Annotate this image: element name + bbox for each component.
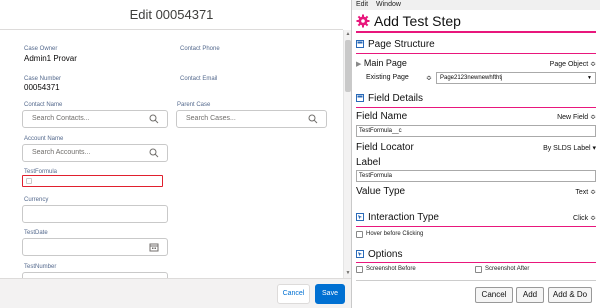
test-number-label: TestNumber	[24, 264, 57, 270]
edit-case-modal: Edit 00054371 Case Owner Admin1 Provar C…	[0, 0, 352, 308]
case-number-label: Case Number	[24, 76, 62, 82]
existing-page-select[interactable]: Page2123newnewhfthtj ▼	[436, 72, 596, 84]
contact-name-label: Contact Name	[24, 102, 63, 108]
cancel-button[interactable]: Cancel	[475, 287, 513, 303]
test-formula-highlight[interactable]	[22, 175, 163, 187]
interaction-icon	[356, 213, 364, 221]
page-structure-heading: Page Structure	[368, 39, 435, 50]
main-page-select[interactable]: Page Object ≎	[550, 60, 596, 68]
main-page-row[interactable]: ▶ Main Page	[356, 58, 407, 68]
hover-before-clicking-checkbox[interactable]	[356, 231, 363, 238]
field-name-label: Field Name	[356, 111, 408, 122]
screenshot-after-checkbox[interactable]	[475, 266, 482, 273]
screenshot-before-label: Screenshot Before	[366, 266, 416, 272]
case-owner-value: Admin1 Provar	[24, 54, 77, 63]
field-locator-label: Field Locator	[356, 142, 414, 153]
field-name-type-select[interactable]: New Field ≎	[557, 113, 596, 121]
label-input[interactable]: TestFormula	[356, 170, 596, 182]
screenshot-after-label: Screenshot After	[485, 266, 530, 272]
section-divider	[356, 107, 596, 108]
interaction-type-heading: Interaction Type	[368, 212, 439, 223]
menu-bar: Edit Window	[352, 0, 600, 10]
section-divider	[356, 53, 596, 54]
case-number-value: 00054371	[24, 83, 60, 92]
contact-phone-label: Contact Phone	[180, 46, 220, 52]
title-divider	[356, 31, 596, 33]
section-options: Options	[356, 249, 402, 260]
updown-arrows-icon[interactable]: ≎	[426, 74, 432, 82]
value-type-select[interactable]: Text ≎	[575, 188, 596, 196]
gear-icon	[356, 14, 370, 28]
menu-edit[interactable]: Edit	[356, 1, 368, 8]
scroll-down-arrow-icon[interactable]: ▼	[345, 270, 351, 276]
add-test-step-panel: Edit Window Add Test Step Page Structure…	[352, 0, 600, 308]
dropdown-arrow-icon: ▼	[587, 75, 592, 81]
parent-case-input[interactable]: Search Cases...	[176, 110, 327, 128]
panel-title: Add Test Step	[374, 13, 461, 29]
options-icon	[356, 250, 364, 258]
contact-email-label: Contact Email	[180, 76, 218, 82]
expand-triangle-icon[interactable]: ▶	[356, 61, 361, 68]
label-label: Label	[356, 157, 381, 168]
section-field-details: Field Details	[356, 93, 423, 104]
currency-label: Currency	[24, 197, 49, 203]
contact-name-placeholder: Search Contacts...	[32, 115, 90, 122]
main-page-label: Main Page	[363, 58, 407, 68]
value-type-label: Value Type	[356, 186, 406, 197]
modal-title: Edit 00054371	[0, 0, 343, 30]
section-divider	[356, 262, 596, 263]
section-divider	[356, 226, 596, 227]
scroll-up-arrow-icon[interactable]: ▲	[345, 31, 351, 37]
modal-footer: Cancel Save	[0, 278, 351, 308]
hover-before-clicking-label: Hover before Clicking	[366, 231, 424, 237]
test-date-label: TestDate	[24, 230, 48, 236]
modal-scrollbar[interactable]: ▲ ▼	[343, 30, 351, 278]
currency-input[interactable]	[22, 205, 168, 223]
section-icon	[356, 94, 364, 102]
test-date-input[interactable]	[22, 238, 168, 256]
footer-divider	[356, 280, 596, 281]
interaction-type-select[interactable]: Click ≎	[573, 214, 596, 222]
section-icon	[356, 40, 364, 48]
account-name-label: Account Name	[24, 136, 64, 142]
cancel-button[interactable]: Cancel	[277, 284, 310, 304]
field-details-heading: Field Details	[368, 93, 424, 104]
case-owner-label: Case Owner	[24, 46, 58, 52]
field-name-input[interactable]: TestFormula__c	[356, 125, 596, 137]
field-locator-select[interactable]: By SLDS Label ▾	[543, 144, 596, 152]
scrollbar-thumb[interactable]	[345, 40, 351, 92]
account-name-placeholder: Search Accounts...	[32, 149, 91, 156]
section-interaction-type: Interaction Type	[356, 212, 596, 223]
menu-window[interactable]: Window	[376, 1, 401, 8]
test-formula-checkbox[interactable]	[26, 178, 32, 184]
save-button[interactable]: Save	[315, 284, 345, 304]
calendar-icon[interactable]	[148, 240, 160, 254]
search-icon[interactable]	[148, 112, 160, 126]
parent-case-label: Parent Case	[177, 102, 211, 108]
existing-page-label: Existing Page	[366, 74, 409, 81]
account-name-input[interactable]: Search Accounts...	[22, 144, 168, 162]
search-icon[interactable]	[148, 146, 160, 160]
add-button[interactable]: Add	[516, 287, 544, 303]
screenshot-before-checkbox[interactable]	[356, 266, 363, 273]
section-page-structure: Page Structure	[356, 39, 435, 50]
add-and-do-button[interactable]: Add & Do	[548, 287, 592, 303]
search-icon[interactable]	[307, 112, 319, 126]
contact-name-input[interactable]: Search Contacts...	[22, 110, 168, 128]
existing-page-value: Page2123newnewhfthtj	[440, 75, 503, 81]
options-heading: Options	[368, 249, 403, 260]
parent-case-placeholder: Search Cases...	[186, 115, 236, 122]
